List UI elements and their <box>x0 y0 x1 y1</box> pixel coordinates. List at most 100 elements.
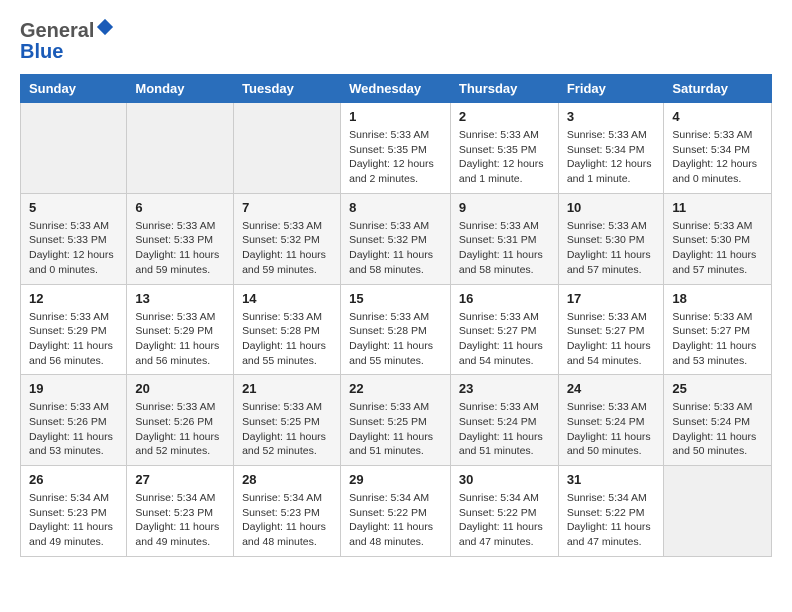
day-info: Sunrise: 5:33 AMSunset: 5:26 PMDaylight:… <box>135 400 225 459</box>
day-info: Sunrise: 5:33 AMSunset: 5:29 PMDaylight:… <box>135 310 225 369</box>
calendar-cell: 9Sunrise: 5:33 AMSunset: 5:31 PMDaylight… <box>450 193 558 284</box>
day-info: Sunrise: 5:33 AMSunset: 5:24 PMDaylight:… <box>672 400 763 459</box>
sunrise-text: Sunrise: 5:34 AM <box>242 491 332 506</box>
sunrise-text: Sunrise: 5:33 AM <box>567 128 656 143</box>
calendar-cell: 30Sunrise: 5:34 AMSunset: 5:22 PMDayligh… <box>450 466 558 557</box>
calendar-cell: 24 Sunrise: 5:33 AMSunset: 5:24 PMDayligh… <box>558 375 664 466</box>
day-number: 23 <box>459 381 550 396</box>
daylight-text: Daylight: 11 hours and 54 minutes. <box>459 339 550 368</box>
day-number: 12 <box>29 291 118 306</box>
daylight-text: Daylight: 11 hours and 59 minutes. <box>135 248 225 277</box>
day-info: Sunrise: 5:34 AMSunset: 5:23 PMDaylight:… <box>135 491 225 550</box>
logo: General Blue <box>20 20 114 64</box>
sunrise-text: Sunrise: 5:33 AM <box>29 400 118 415</box>
sunrise-text: Sunrise: 5:33 AM <box>29 219 118 234</box>
weekday-header-tuesday: Tuesday <box>234 75 341 103</box>
day-info: Sunrise: 5:33 AMSunset: 5:32 PMDaylight:… <box>242 219 332 278</box>
sunset-text: Sunset: 5:22 PM <box>459 506 550 521</box>
calendar-cell <box>21 103 127 194</box>
calendar-cell: 17Sunrise: 5:33 AMSunset: 5:27 PMDayligh… <box>558 284 664 375</box>
calendar-cell: 4Sunrise: 5:33 AMSunset: 5:34 PMDaylight… <box>664 103 772 194</box>
calendar-cell: 26 Sunrise: 5:34 AMSunset: 5:23 PMDayligh… <box>21 466 127 557</box>
day-number: 24 <box>567 381 656 396</box>
calendar-cell: 21 Sunrise: 5:33 AMSunset: 5:25 PMDayligh… <box>234 375 341 466</box>
sunset-text: Sunset: 5:24 PM <box>567 415 656 430</box>
day-info: Sunrise: 5:34 AMSunset: 5:22 PMDaylight:… <box>349 491 442 550</box>
daylight-text: Daylight: 11 hours and 50 minutes. <box>567 430 656 459</box>
sunset-text: Sunset: 5:24 PM <box>672 415 763 430</box>
sunrise-text: Sunrise: 5:33 AM <box>567 310 656 325</box>
sunset-text: Sunset: 5:26 PM <box>135 415 225 430</box>
calendar-cell: 3Sunrise: 5:33 AMSunset: 5:34 PMDaylight… <box>558 103 664 194</box>
daylight-text: Daylight: 11 hours and 49 minutes. <box>29 520 118 549</box>
daylight-text: Daylight: 12 hours and 1 minute. <box>567 157 656 186</box>
day-number: 14 <box>242 291 332 306</box>
sunset-text: Sunset: 5:35 PM <box>459 143 550 158</box>
calendar-cell: 6Sunrise: 5:33 AMSunset: 5:33 PMDaylight… <box>127 193 234 284</box>
sunset-text: Sunset: 5:22 PM <box>349 506 442 521</box>
sunrise-text: Sunrise: 5:34 AM <box>29 491 118 506</box>
day-number: 21 <box>242 381 332 396</box>
calendar-cell: 27Sunrise: 5:34 AMSunset: 5:23 PMDayligh… <box>127 466 234 557</box>
calendar-cell: 1Sunrise: 5:33 AMSunset: 5:35 PMDaylight… <box>341 103 451 194</box>
sunrise-text: Sunrise: 5:33 AM <box>242 310 332 325</box>
sunrise-text: Sunrise: 5:33 AM <box>567 400 656 415</box>
day-info: Sunrise: 5:33 AMSunset: 5:30 PMDaylight:… <box>567 219 656 278</box>
day-info: Sunrise: 5:34 AMSunset: 5:22 PMDaylight:… <box>567 491 656 550</box>
daylight-text: Daylight: 11 hours and 47 minutes. <box>459 520 550 549</box>
sunset-text: Sunset: 5:27 PM <box>672 324 763 339</box>
day-info: Sunrise: 5:33 AMSunset: 5:27 PMDaylight:… <box>672 310 763 369</box>
daylight-text: Daylight: 11 hours and 50 minutes. <box>672 430 763 459</box>
daylight-text: Daylight: 12 hours and 1 minute. <box>459 157 550 186</box>
day-number: 26 <box>29 472 118 487</box>
calendar-cell: 15Sunrise: 5:33 AMSunset: 5:28 PMDayligh… <box>341 284 451 375</box>
sunset-text: Sunset: 5:35 PM <box>349 143 442 158</box>
sunrise-text: Sunrise: 5:34 AM <box>135 491 225 506</box>
sunrise-text: Sunrise: 5:33 AM <box>135 400 225 415</box>
daylight-text: Daylight: 11 hours and 59 minutes. <box>242 248 332 277</box>
calendar-cell: 12 Sunrise: 5:33 AMSunset: 5:29 PMDayligh… <box>21 284 127 375</box>
sunset-text: Sunset: 5:27 PM <box>459 324 550 339</box>
sunset-text: Sunset: 5:28 PM <box>349 324 442 339</box>
day-number: 28 <box>242 472 332 487</box>
calendar-cell: 20Sunrise: 5:33 AMSunset: 5:26 PMDayligh… <box>127 375 234 466</box>
calendar-cell <box>234 103 341 194</box>
sunrise-text: Sunrise: 5:33 AM <box>349 128 442 143</box>
sunset-text: Sunset: 5:30 PM <box>567 233 656 248</box>
sunrise-text: Sunrise: 5:33 AM <box>242 400 332 415</box>
sunrise-text: Sunrise: 5:33 AM <box>459 128 550 143</box>
calendar-week-row: 19Sunrise: 5:33 AMSunset: 5:26 PMDayligh… <box>21 375 772 466</box>
sunset-text: Sunset: 5:34 PM <box>672 143 763 158</box>
sunset-text: Sunset: 5:26 PM <box>29 415 118 430</box>
calendar-cell: 5 Sunrise: 5:33 AMSunset: 5:33 PMDaylight… <box>21 193 127 284</box>
sunrise-text: Sunrise: 5:33 AM <box>672 219 763 234</box>
sunrise-text: Sunrise: 5:34 AM <box>349 491 442 506</box>
day-number: 5 <box>29 200 118 215</box>
day-info: Sunrise: 5:33 AMSunset: 5:25 PMDaylight:… <box>242 400 332 459</box>
day-info: Sunrise: 5:33 AMSunset: 5:32 PMDaylight:… <box>349 219 442 278</box>
day-number: 31 <box>567 472 656 487</box>
day-info: Sunrise: 5:33 AMSunset: 5:33 PMDaylight:… <box>29 219 118 278</box>
day-info: Sunrise: 5:33 AMSunset: 5:26 PMDaylight:… <box>29 400 118 459</box>
sunrise-text: Sunrise: 5:33 AM <box>349 310 442 325</box>
sunset-text: Sunset: 5:27 PM <box>567 324 656 339</box>
day-info: Sunrise: 5:34 AMSunset: 5:22 PMDaylight:… <box>459 491 550 550</box>
sunset-text: Sunset: 5:32 PM <box>242 233 332 248</box>
sunset-text: Sunset: 5:31 PM <box>459 233 550 248</box>
calendar-cell: 29Sunrise: 5:34 AMSunset: 5:22 PMDayligh… <box>341 466 451 557</box>
day-info: Sunrise: 5:33 AMSunset: 5:28 PMDaylight:… <box>242 310 332 369</box>
day-info: Sunrise: 5:33 AMSunset: 5:34 PMDaylight:… <box>567 128 656 187</box>
day-number: 8 <box>349 200 442 215</box>
sunset-text: Sunset: 5:32 PM <box>349 233 442 248</box>
daylight-text: Daylight: 11 hours and 55 minutes. <box>349 339 442 368</box>
weekday-header-wednesday: Wednesday <box>341 75 451 103</box>
sunrise-text: Sunrise: 5:33 AM <box>29 310 118 325</box>
day-number: 9 <box>459 200 550 215</box>
daylight-text: Daylight: 11 hours and 56 minutes. <box>29 339 118 368</box>
day-info: Sunrise: 5:33 AMSunset: 5:34 PMDaylight:… <box>672 128 763 187</box>
day-number: 6 <box>135 200 225 215</box>
sunset-text: Sunset: 5:23 PM <box>29 506 118 521</box>
day-info: Sunrise: 5:33 AMSunset: 5:29 PMDaylight:… <box>29 310 118 369</box>
sunrise-text: Sunrise: 5:33 AM <box>567 219 656 234</box>
sunrise-text: Sunrise: 5:34 AM <box>567 491 656 506</box>
